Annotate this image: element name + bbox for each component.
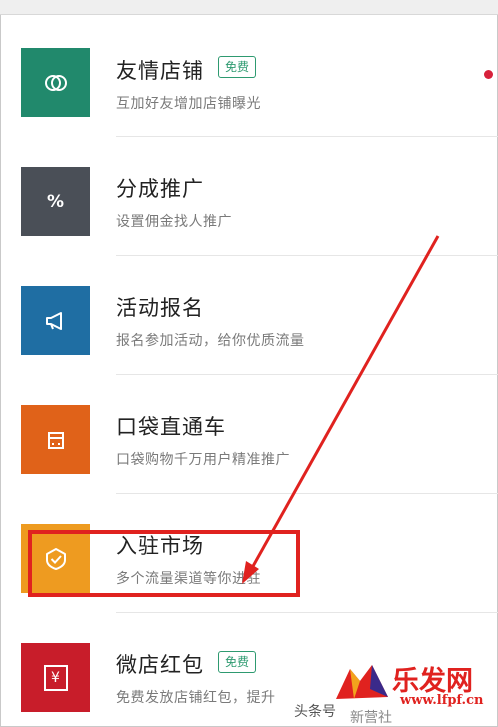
media-watermark: 头条号 <box>294 704 336 720</box>
author-watermark: 新营社 <box>350 710 392 726</box>
fox-logo-icon <box>336 665 388 699</box>
watermark: 乐发网 www.lfpf.cn 头条号 新营社 <box>292 655 498 727</box>
url-watermark: www.lfpf.cn <box>400 693 484 708</box>
annotation-arrow <box>242 235 440 584</box>
